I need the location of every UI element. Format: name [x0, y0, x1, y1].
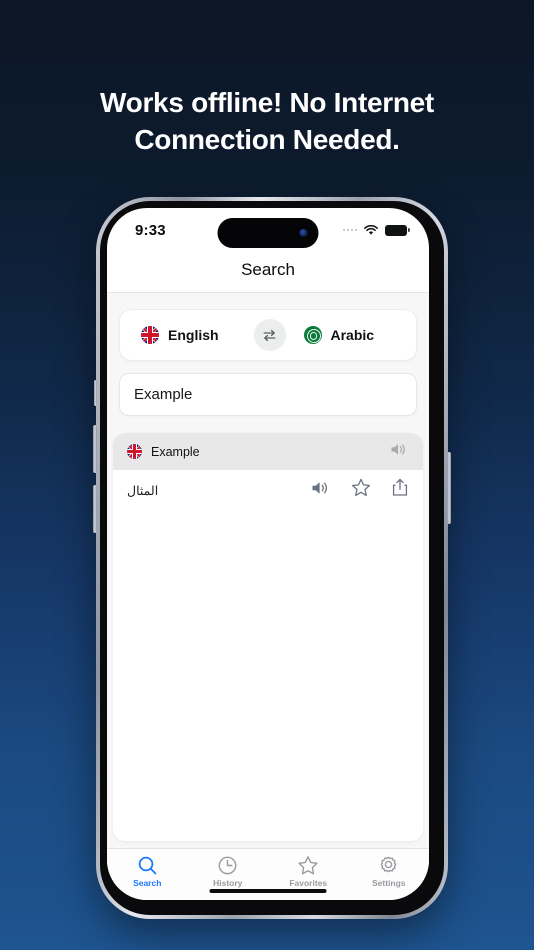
- phone-mockup: 9:33 Search English Arabic Example Examp…: [93, 197, 451, 919]
- result-translation-text: المثال: [127, 483, 159, 498]
- app-content: English Arabic Example Example المثال: [107, 293, 429, 848]
- result-term-row[interactable]: Example: [113, 433, 423, 470]
- star-icon: [298, 856, 318, 875]
- tab-history[interactable]: History: [188, 855, 269, 888]
- tab-bar: Search History Favorites Settings: [107, 848, 429, 900]
- front-camera-icon: [299, 229, 308, 237]
- language-selector: English Arabic: [119, 309, 417, 361]
- search-input[interactable]: Example: [119, 373, 417, 416]
- headline-line-2: Connection Needed.: [134, 124, 400, 156]
- speaker-icon[interactable]: [311, 480, 331, 501]
- tab-settings[interactable]: Settings: [349, 855, 430, 888]
- dynamic-island: [217, 218, 319, 248]
- tab-favorites[interactable]: Favorites: [268, 855, 349, 888]
- magnifier-icon: [138, 856, 157, 875]
- tab-favorites-label: Favorites: [289, 878, 328, 888]
- tab-history-label: History: [213, 878, 243, 888]
- status-bar: 9:33: [107, 208, 429, 256]
- gear-icon: [380, 856, 397, 873]
- signal-dots-icon: [342, 228, 357, 232]
- headline-line-1: Works offline! No Internet: [100, 87, 434, 118]
- result-actions: [311, 478, 409, 502]
- flag-uk-icon: [141, 326, 159, 344]
- wifi-icon: [364, 224, 378, 235]
- swap-languages-button[interactable]: [253, 319, 286, 351]
- page-headline: Works offline! No Internet Connection Ne…: [0, 84, 534, 158]
- clock-icon: [218, 856, 237, 875]
- swap-arrows-icon: [263, 329, 276, 341]
- home-indicator[interactable]: [209, 888, 327, 893]
- source-language-label: English: [168, 327, 219, 343]
- source-language-button[interactable]: English: [120, 326, 254, 344]
- share-icon[interactable]: [391, 478, 409, 502]
- search-input-value: Example: [134, 386, 193, 403]
- page-title: Search: [241, 260, 295, 279]
- status-time: 9:33: [135, 222, 166, 239]
- tab-search-label: Search: [133, 878, 162, 888]
- battery-icon: [385, 224, 410, 236]
- results-card: Example المثال: [113, 433, 423, 841]
- tab-settings-label: Settings: [371, 878, 406, 888]
- star-icon[interactable]: [351, 478, 371, 502]
- speaker-icon[interactable]: [390, 442, 409, 462]
- status-indicators: [342, 224, 410, 236]
- result-translation-row: المثال: [113, 470, 423, 510]
- flag-arabic-icon: [303, 326, 322, 344]
- target-language-label: Arabic: [330, 327, 375, 343]
- flag-uk-icon: [127, 444, 142, 459]
- volume-up-button[interactable]: [93, 425, 97, 473]
- target-language-button[interactable]: Arabic: [286, 326, 417, 344]
- silent-switch[interactable]: [94, 380, 97, 406]
- result-term-label: Example: [151, 444, 200, 459]
- phone-screen: 9:33 Search English Arabic Example Examp…: [107, 208, 429, 900]
- volume-down-button[interactable]: [93, 485, 97, 533]
- power-button[interactable]: [447, 452, 451, 524]
- tab-search[interactable]: Search: [107, 855, 188, 888]
